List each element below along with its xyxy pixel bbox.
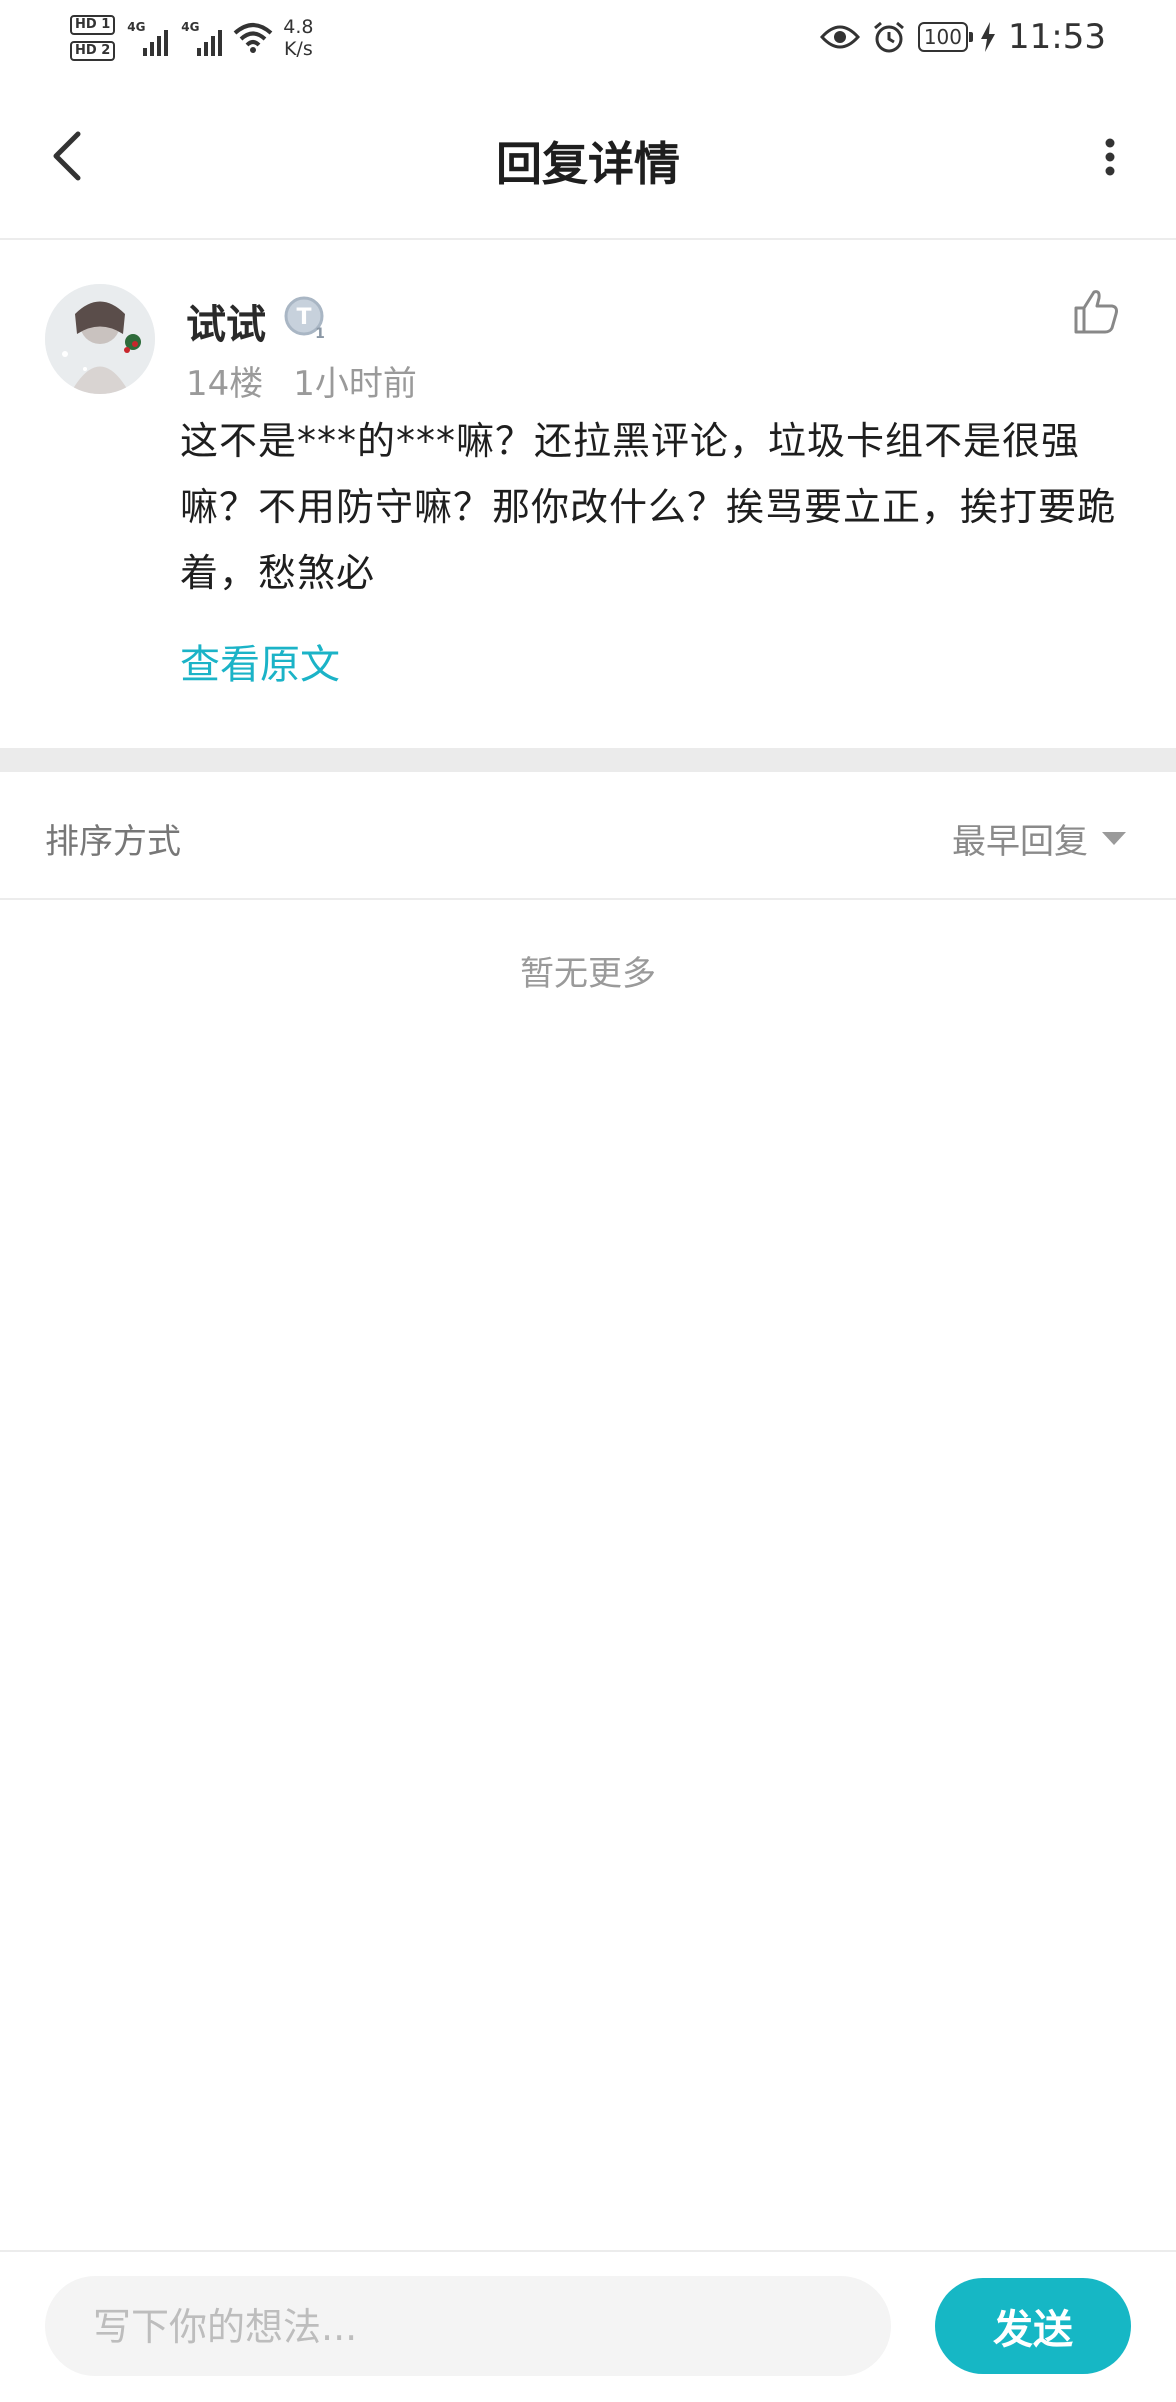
more-options-button[interactable]: [1080, 124, 1140, 190]
view-original-link[interactable]: 查看原文: [180, 632, 340, 690]
level-badge-icon: T 1: [284, 296, 325, 342]
thumbs-up-icon: [1074, 290, 1118, 334]
status-bar-left: HD 1 HD 2 4G 4G 4.8 K/s: [70, 8, 313, 68]
comment-time: 1小时前: [293, 364, 417, 404]
avatar-image: [45, 284, 155, 394]
comment-card: 试试 T 1 14楼 1小时前 这不是***的***嘛？还拉黑评论，垃圾卡组不是…: [0, 240, 1176, 748]
eye-icon: [819, 25, 860, 49]
charging-icon: [981, 22, 996, 52]
sort-row: 排序方式 最早回复: [0, 772, 1176, 900]
sim2-indicator: HD 2: [70, 41, 116, 61]
reply-input-wrapper: [45, 2276, 891, 2378]
more-vertical-icon: [1105, 138, 1115, 176]
sim1-indicator: HD 1: [70, 15, 116, 35]
username[interactable]: 试试: [186, 292, 266, 350]
status-bar-right: 100 11:53: [819, 12, 1106, 62]
badge-letter: T: [296, 305, 311, 330]
reply-input[interactable]: [91, 2276, 875, 2378]
status-bar: HD 1 HD 2 4G 4G 4.8 K/s 100 11:53: [0, 0, 1176, 78]
empty-replies-text: 暂无更多: [520, 954, 656, 994]
alarm-icon: [873, 21, 904, 53]
comment-text: 这不是***的***嘛？还拉黑评论，垃圾卡组不是很强嘛？不用防守嘛？那你改什么？…: [180, 419, 1117, 595]
sort-label: 排序方式: [45, 822, 181, 862]
page-title: 回复详情: [496, 137, 680, 191]
section-divider: [0, 748, 1176, 772]
reply-composer: 发送: [0, 2250, 1176, 2402]
like-button[interactable]: [1068, 284, 1124, 340]
floor-number: 14楼: [186, 364, 264, 404]
signal-icon-2: 4G: [181, 20, 223, 56]
network-speed: 4.8 K/s: [283, 16, 314, 60]
badge-level: 1: [315, 326, 325, 342]
signal-icon-1: 4G: [127, 20, 169, 56]
clock: 11:53: [1008, 17, 1106, 57]
wifi-icon: [233, 23, 273, 53]
sort-dropdown[interactable]: 最早回复: [952, 814, 1126, 863]
avatar[interactable]: [45, 284, 155, 394]
battery-icon: 100: [917, 22, 974, 52]
comment-meta: 14楼 1小时前: [186, 356, 417, 405]
sim-indicators: HD 1 HD 2: [70, 15, 116, 61]
app-header: 回复详情: [0, 78, 1176, 240]
sort-selected-value: 最早回复: [952, 822, 1088, 862]
caret-down-icon: [1102, 832, 1126, 845]
send-button[interactable]: 发送: [935, 2278, 1131, 2374]
